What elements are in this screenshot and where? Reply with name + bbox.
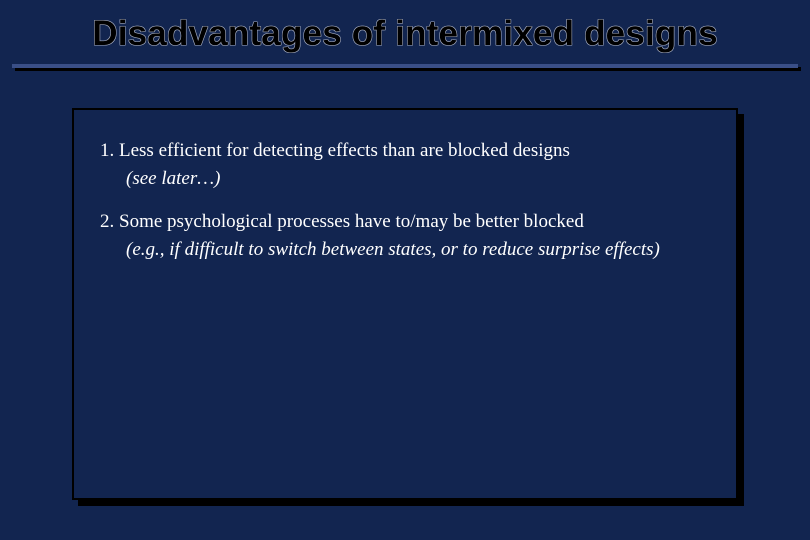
item-number: 1. — [100, 140, 114, 161]
item-sub-text: (e.g., if difficult to switch between st… — [100, 237, 710, 263]
item-number: 2. — [100, 211, 114, 232]
slide: Disadvantages of intermixed designs 1. L… — [0, 0, 810, 540]
item-main-text: Less efficient for detecting effects tha… — [119, 140, 570, 161]
list-item: 2. Some psychological processes have to/… — [100, 209, 710, 262]
title-divider — [12, 64, 798, 72]
title-block: Disadvantages of intermixed designs — [0, 0, 810, 62]
item-main-text: Some psychological processes have to/may… — [119, 211, 584, 232]
point-list: 1. Less efficient for detecting effects … — [100, 138, 710, 263]
list-item: 1. Less efficient for detecting effects … — [100, 138, 710, 191]
content-box: 1. Less efficient for detecting effects … — [72, 108, 738, 500]
slide-title: Disadvantages of intermixed designs — [0, 14, 810, 54]
item-sub-text: (see later…) — [100, 166, 710, 192]
